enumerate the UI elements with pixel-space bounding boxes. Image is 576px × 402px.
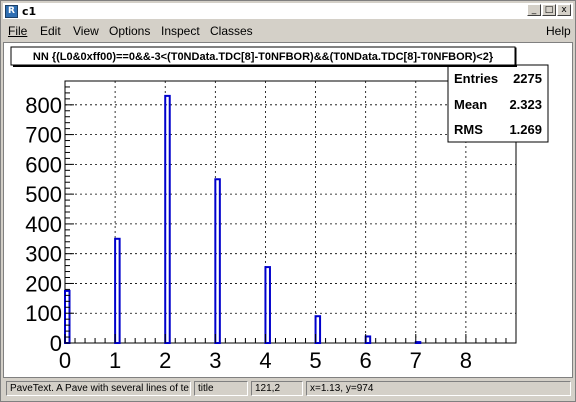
title-pave[interactable]: NN {(L0&0xff00)==0&&-3<(T0NData.TDC[8]-T… [10, 46, 517, 67]
x-tick-label: 7 [410, 348, 422, 373]
y-tick-label: 200 [25, 271, 62, 296]
minimize-button[interactable]: _ [527, 4, 541, 16]
status-coords: x=1.13, y=974 [306, 381, 571, 396]
x-tick-label: 2 [159, 348, 171, 373]
x-tick-label: 4 [259, 348, 271, 373]
y-tick-label: 400 [25, 212, 62, 237]
stats-rms-value: 1.269 [509, 122, 542, 137]
menu-options[interactable]: Options [109, 24, 150, 38]
menu-help[interactable]: Help [546, 24, 571, 38]
histogram-bar [164, 94, 171, 344]
stats-mean-label: Mean [454, 97, 487, 112]
root-canvas-icon: R [5, 4, 18, 18]
histogram-bar [364, 335, 372, 345]
histogram-bar [264, 266, 271, 344]
menu-edit[interactable]: Edit [40, 24, 61, 38]
x-tick-label: 1 [109, 348, 121, 373]
window-title: c1 [22, 4, 37, 18]
histogram-bar [114, 237, 121, 344]
menu-classes[interactable]: Classes [210, 24, 253, 38]
status-pixel: 121,2 [251, 381, 303, 396]
x-tick-label: 0 [59, 348, 71, 373]
y-tick-label: 700 [25, 123, 62, 148]
x-axis: 0 1 2 3 4 5 6 7 8 [59, 334, 507, 373]
y-tick-label: 300 [25, 242, 62, 267]
title-bar: R c1 _ □ x [3, 3, 573, 19]
plot-canvas[interactable]: 0100200300400500600700800 012345678 htem… [3, 42, 573, 378]
menu-view[interactable]: View [73, 24, 99, 38]
y-tick-label: 100 [25, 301, 62, 326]
stats-mean-value: 2.323 [509, 97, 542, 112]
histogram-bar [314, 315, 322, 345]
histogram-bar [214, 178, 221, 344]
close-button[interactable]: x [557, 4, 571, 16]
y-tick-label: 800 [25, 93, 62, 118]
histogram-bar [64, 289, 71, 344]
histogram-chart: 0100200300400500600700800 012345678 htem… [10, 46, 549, 373]
stats-entries-label: Entries [454, 71, 498, 86]
status-object-info: PaveText. A Pave with several lines of t… [6, 381, 191, 396]
histogram-bar [414, 341, 422, 344]
menu-bar: File Edit View Options Inspect Classes H… [3, 22, 573, 40]
y-tick-label: 600 [25, 152, 62, 177]
x-tick-label: 8 [460, 348, 472, 373]
status-bar: PaveText. A Pave with several lines of t… [3, 380, 573, 398]
histogram-bars [64, 94, 422, 345]
maximize-button[interactable]: □ [542, 4, 556, 16]
y-axis: 0100200300400500600700800 [25, 80, 74, 356]
stats-entries-value: 2275 [513, 71, 542, 86]
menu-file[interactable]: File [8, 24, 27, 38]
canvas-window: R c1 _ □ x File Edit View Options Inspec… [0, 0, 576, 402]
plot-title: NN {(L0&0xff00)==0&&-3<(T0NData.TDC[8]-T… [33, 51, 494, 63]
x-tick-label: 5 [309, 348, 321, 373]
y-tick-label: 500 [25, 182, 62, 207]
status-object-name: title [194, 381, 248, 396]
menu-inspect[interactable]: Inspect [161, 24, 200, 38]
x-tick-label: 6 [360, 348, 372, 373]
stats-rms-label: RMS [454, 122, 483, 137]
x-tick-label: 3 [209, 348, 221, 373]
window-controls: _ □ x [527, 4, 571, 16]
